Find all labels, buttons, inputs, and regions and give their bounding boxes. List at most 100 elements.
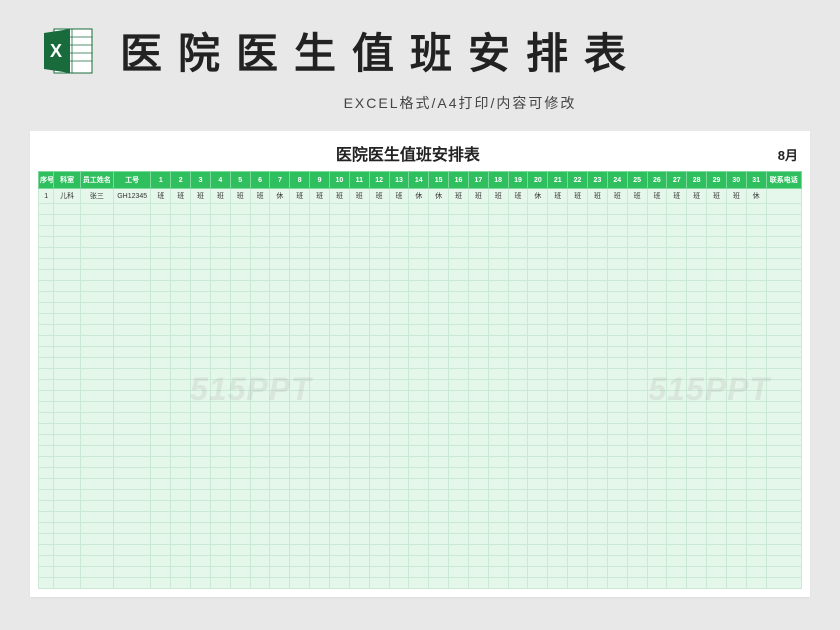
cell — [80, 457, 113, 468]
cell — [54, 567, 80, 578]
cell — [113, 259, 150, 270]
cell — [587, 501, 607, 512]
cell — [270, 468, 290, 479]
cell — [310, 358, 330, 369]
cell — [746, 402, 766, 413]
cell — [587, 336, 607, 347]
cell — [627, 215, 647, 226]
cell — [528, 226, 548, 237]
cell — [39, 556, 54, 567]
cell — [330, 545, 350, 556]
cell — [409, 534, 429, 545]
cell — [766, 402, 801, 413]
cell — [488, 490, 508, 501]
cell — [726, 402, 746, 413]
cell — [766, 468, 801, 479]
cell — [270, 413, 290, 424]
cell — [429, 523, 449, 534]
cell — [191, 358, 211, 369]
cell — [726, 314, 746, 325]
cell — [389, 259, 409, 270]
cell — [409, 479, 429, 490]
cell — [113, 490, 150, 501]
cell — [468, 347, 488, 358]
cell — [468, 468, 488, 479]
cell — [151, 446, 171, 457]
cell — [191, 545, 211, 556]
cell — [349, 358, 369, 369]
cell — [627, 259, 647, 270]
col-header-day: 12 — [369, 172, 389, 189]
cell — [468, 523, 488, 534]
cell — [113, 479, 150, 490]
cell — [409, 545, 429, 556]
col-header-name: 员工姓名 — [80, 172, 113, 189]
cell — [528, 556, 548, 567]
cell — [290, 347, 310, 358]
cell — [587, 204, 607, 215]
cell — [647, 468, 667, 479]
col-header-day: 18 — [488, 172, 508, 189]
cell — [409, 457, 429, 468]
cell — [250, 347, 270, 358]
cell — [647, 402, 667, 413]
cell — [508, 435, 528, 446]
cell — [726, 457, 746, 468]
cell — [587, 270, 607, 281]
cell — [607, 578, 627, 589]
cell — [746, 281, 766, 292]
cell — [290, 402, 310, 413]
cell — [250, 435, 270, 446]
cell — [290, 204, 310, 215]
cell — [468, 237, 488, 248]
cell — [568, 226, 588, 237]
cell — [349, 347, 369, 358]
cell — [468, 413, 488, 424]
cell — [548, 457, 568, 468]
cell — [210, 413, 230, 424]
cell — [80, 534, 113, 545]
cell — [528, 512, 548, 523]
cell — [687, 380, 707, 391]
cell — [409, 391, 429, 402]
cell — [54, 402, 80, 413]
cell — [369, 457, 389, 468]
cell — [54, 237, 80, 248]
cell — [468, 424, 488, 435]
cell — [687, 215, 707, 226]
cell — [290, 237, 310, 248]
cell — [250, 457, 270, 468]
cell — [349, 248, 369, 259]
cell — [587, 479, 607, 490]
cell — [409, 314, 429, 325]
cell — [171, 545, 191, 556]
cell — [429, 402, 449, 413]
cell — [230, 545, 250, 556]
cell — [707, 204, 727, 215]
cell — [687, 578, 707, 589]
table-row — [39, 512, 802, 523]
cell — [290, 468, 310, 479]
cell — [627, 545, 647, 556]
cell — [171, 402, 191, 413]
cell — [647, 204, 667, 215]
cell — [449, 237, 469, 248]
cell — [113, 435, 150, 446]
cell — [449, 446, 469, 457]
cell — [210, 490, 230, 501]
cell — [80, 380, 113, 391]
cell — [151, 545, 171, 556]
cell — [568, 292, 588, 303]
cell — [191, 369, 211, 380]
table-row — [39, 402, 802, 413]
cell — [39, 347, 54, 358]
cell — [80, 545, 113, 556]
cell — [191, 380, 211, 391]
cell — [230, 314, 250, 325]
cell — [171, 556, 191, 567]
cell — [230, 380, 250, 391]
cell — [667, 270, 687, 281]
cell — [548, 358, 568, 369]
cell — [330, 402, 350, 413]
cell — [54, 391, 80, 402]
